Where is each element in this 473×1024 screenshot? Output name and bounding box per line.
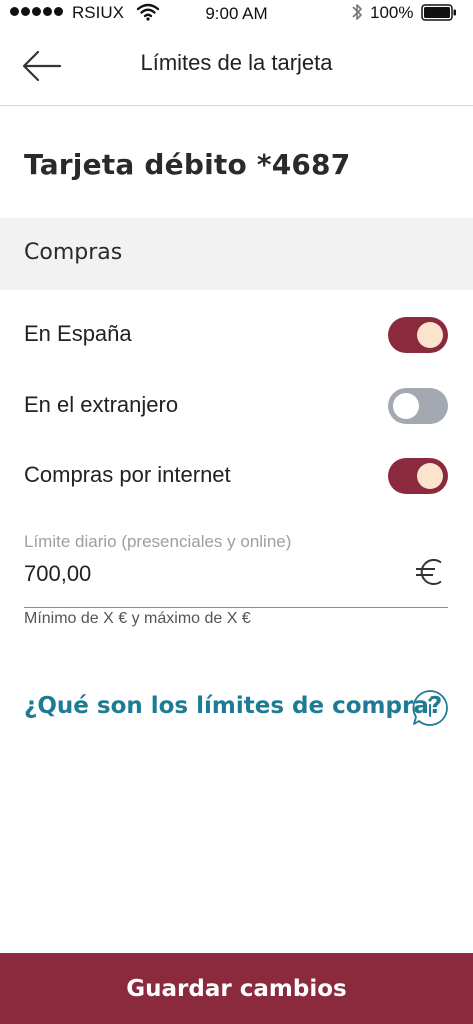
nav-bar: Límites de la tarjeta (0, 26, 473, 106)
daily-limit-input[interactable]: Límite diario (presenciales y online) 70… (24, 530, 448, 608)
euro-icon (416, 559, 442, 585)
daily-limit-value: 700,00 (24, 561, 92, 586)
section-title: Compras (24, 240, 123, 265)
card-limits-screen: RSIUX 9:00 AM 100% Límites de la tarjeta… (0, 0, 473, 1024)
info-icon[interactable] (411, 689, 449, 727)
status-bar: RSIUX 9:00 AM 100% (0, 0, 473, 26)
daily-limit-label: Límite diario (presenciales y online) (24, 532, 292, 551)
bluetooth-icon (352, 4, 362, 20)
toggle-label: En el extranjero (24, 392, 179, 417)
toggle-row-spain: En España (0, 305, 473, 365)
save-changes-button[interactable]: Guardar cambios (0, 953, 473, 1024)
card-title: Tarjeta débito *4687 (24, 148, 351, 181)
battery-icon (421, 4, 456, 21)
toggle-row-abroad: En el extranjero (0, 376, 473, 436)
toggle-knob (417, 322, 443, 348)
toggle-knob (417, 463, 443, 489)
purchase-limits-info-link[interactable]: ¿Qué son los límites de compra? (24, 693, 442, 719)
limit-helper-text: Mínimo de X € y máximo de X € (24, 610, 251, 627)
toggle-knob (393, 393, 419, 419)
toggle-switch-spain[interactable] (388, 317, 448, 353)
toggle-switch-internet[interactable] (388, 458, 448, 494)
section-header-purchases: Compras (0, 218, 473, 290)
page-title: Límites de la tarjeta (140, 50, 333, 75)
toggle-switch-abroad[interactable] (388, 388, 448, 424)
battery-percentage: 100% (370, 3, 414, 22)
toggle-row-internet: Compras por internet (0, 446, 473, 506)
toggle-label: Compras por internet (24, 462, 231, 487)
toggle-label: En España (24, 321, 132, 346)
